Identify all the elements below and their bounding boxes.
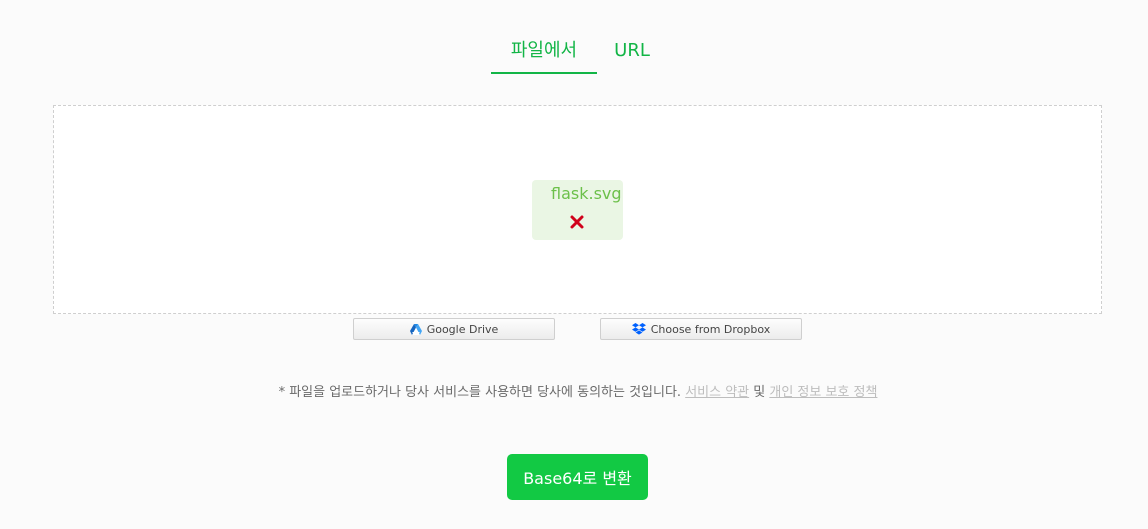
tab-from-file[interactable]: 파일에서: [491, 36, 597, 62]
close-icon[interactable]: [569, 214, 585, 230]
google-drive-button[interactable]: Google Drive: [353, 318, 555, 340]
convert-to-base64-button[interactable]: Base64로 변환: [507, 454, 648, 500]
active-tab-indicator: [491, 72, 597, 74]
dropbox-icon: [631, 323, 646, 335]
tab-url[interactable]: URL: [612, 40, 652, 61]
terms-text: * 파일을 업로드하거나 당사 서비스를 사용하면 당사에 동의하는 것입니다.: [278, 385, 686, 400]
terms-notice: * 파일을 업로드하거나 당사 서비스를 사용하면 당사에 동의하는 것입니다.…: [0, 381, 1148, 400]
terms-conjunction: 및: [749, 385, 770, 400]
file-dropzone[interactable]: flask.svg: [53, 105, 1102, 314]
source-tabs: 파일에서 URL: [0, 0, 1148, 76]
privacy-policy-link[interactable]: 개인 정보 보호 정책: [769, 385, 877, 400]
dropbox-button[interactable]: Choose from Dropbox: [600, 318, 802, 340]
google-drive-label: Google Drive: [426, 322, 499, 336]
terms-of-service-link[interactable]: 서비스 약관: [685, 385, 749, 400]
file-name: flask.svg: [551, 184, 622, 203]
google-drive-icon: [409, 323, 422, 335]
dropbox-label: Choose from Dropbox: [650, 322, 771, 336]
uploaded-file-card: flask.svg: [532, 180, 623, 240]
